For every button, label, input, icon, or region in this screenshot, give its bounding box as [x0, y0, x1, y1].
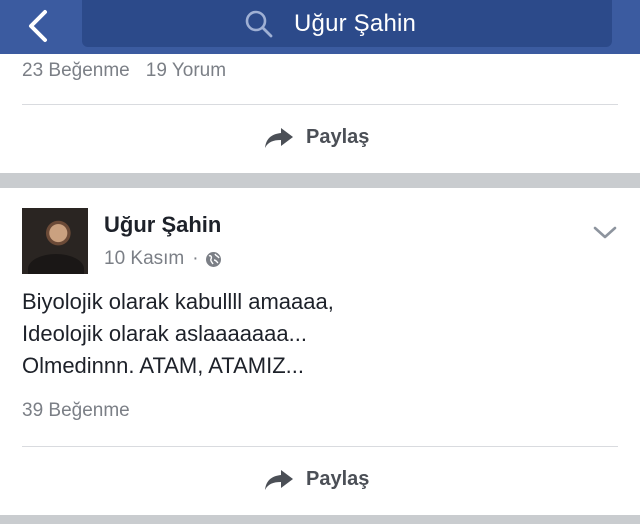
share-arrow-icon	[265, 469, 293, 490]
post-card: Uğur Şahin 10 Kasım · Biyolojik olarak k…	[0, 188, 640, 515]
divider	[22, 104, 618, 105]
divider	[22, 446, 618, 447]
search-icon	[245, 10, 273, 38]
post-card-previous: 23 Beğenme 19 Yorum Paylaş	[0, 54, 640, 173]
post-stats: 23 Beğenme 19 Yorum	[22, 60, 226, 82]
post-author[interactable]: Uğur Şahin	[104, 212, 221, 238]
search-field[interactable]: Uğur Şahin	[82, 0, 612, 47]
post-line: Biyolojik olarak kabullll amaaaa,	[22, 289, 334, 314]
post-stats: 39 Beğenme	[22, 400, 130, 422]
post-line: Olmedinnn. ATAM, ATAMIZ...	[22, 353, 304, 378]
chevron-left-icon	[29, 10, 47, 42]
comment-count[interactable]: 19 Yorum	[146, 60, 226, 81]
like-count[interactable]: 39 Beğenme	[22, 400, 130, 421]
top-bar: Uğur Şahin	[0, 0, 640, 54]
post-line: Ideolojik olarak aslaaaaaaa...	[22, 321, 307, 346]
post-meta: 10 Kasım ·	[104, 248, 222, 270]
avatar[interactable]	[22, 208, 88, 274]
share-label: Paylaş	[306, 468, 370, 490]
search-query: Uğur Şahin	[294, 10, 417, 37]
post-date[interactable]: 10 Kasım	[104, 248, 184, 270]
share-arrow-icon	[265, 127, 293, 148]
share-button[interactable]: Paylaş	[264, 126, 369, 149]
back-button[interactable]	[18, 6, 58, 46]
globe-icon	[205, 251, 221, 267]
meta-separator: ·	[192, 248, 199, 269]
avatar-shoulders	[28, 254, 84, 274]
share-label: Paylaş	[306, 126, 370, 148]
like-count[interactable]: 23 Beğenme	[22, 60, 130, 81]
post-body: Biyolojik olarak kabullll amaaaa, Ideolo…	[22, 286, 612, 382]
share-button[interactable]: Paylaş	[264, 468, 369, 491]
post-options-chevron-icon[interactable]	[592, 224, 618, 242]
